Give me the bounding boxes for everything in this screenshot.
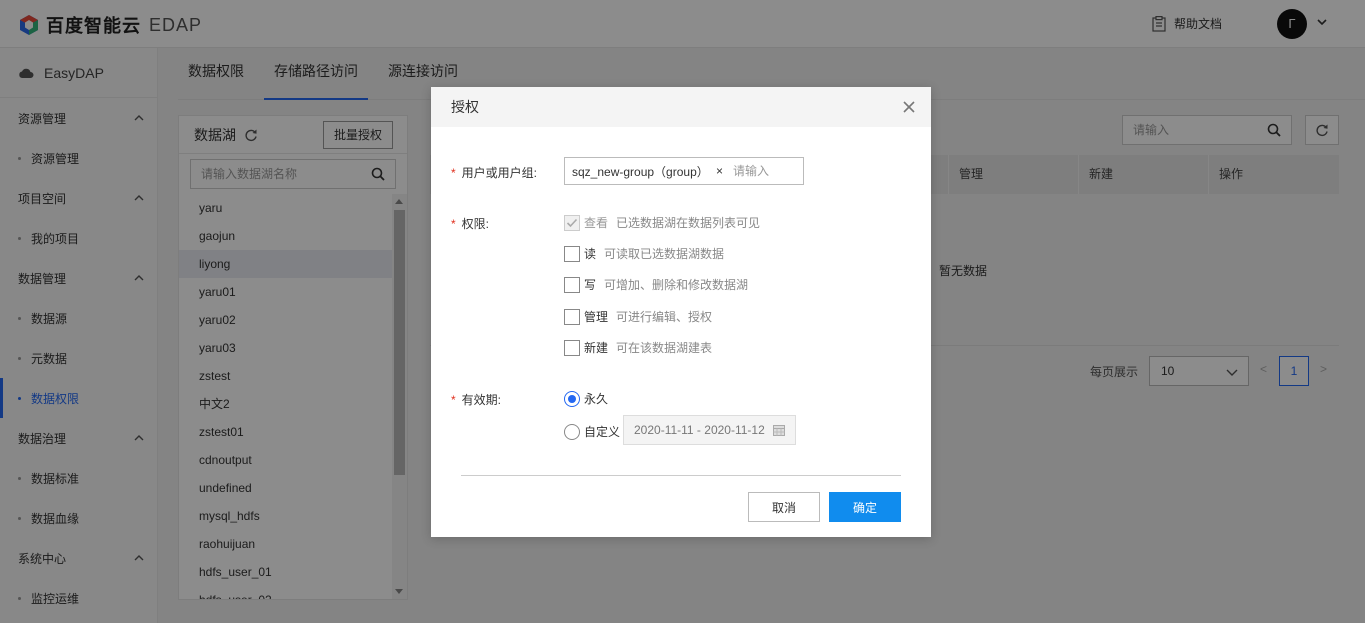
confirm-button[interactable]: 确定 — [829, 492, 901, 522]
radio-custom[interactable] — [564, 423, 580, 440]
chip-remove-icon[interactable]: × — [716, 164, 723, 178]
dialog-header: 授权 — [431, 87, 931, 127]
dialog-divider — [461, 475, 901, 476]
cancel-button[interactable]: 取消 — [748, 492, 820, 522]
checkmark-icon — [566, 218, 578, 227]
permission-view: 查看 已选数据湖在数据列表可见 — [564, 214, 760, 231]
checkbox-read[interactable] — [564, 245, 580, 262]
validity-permanent[interactable]: 永久 — [564, 390, 608, 407]
checkbox-write[interactable] — [564, 276, 580, 293]
date-range-picker[interactable]: 2020-11-11 - 2020-11-12 — [623, 415, 796, 445]
permission-label: * 权限: — [451, 217, 490, 231]
authorize-dialog: 授权 *用户或用户组: sqz_new-group（group）× *权限: 查… — [431, 87, 931, 537]
user-chip: sqz_new-group（group） × — [572, 164, 723, 179]
checkbox-view[interactable] — [564, 214, 580, 231]
permission-read: 读 可读取已选数据湖数据 — [564, 245, 724, 262]
permission-create: 新建 可在该数据湖建表 — [564, 339, 712, 356]
validity-label: * 有效期: — [451, 393, 502, 407]
checkbox-create[interactable] — [564, 339, 580, 356]
dialog-title: 授权 — [451, 99, 479, 115]
user-input[interactable] — [733, 164, 803, 178]
validity-custom[interactable]: 自定义 — [564, 423, 620, 440]
calendar-icon — [773, 425, 785, 436]
user-group-field[interactable]: sqz_new-group（group） × — [564, 157, 804, 185]
permission-write: 写 可增加、删除和修改数据湖 — [564, 276, 748, 293]
permission-manage: 管理 可进行编辑、授权 — [564, 308, 712, 325]
user-field-label: * 用户或用户组: — [451, 166, 538, 180]
radio-permanent[interactable] — [564, 390, 580, 407]
checkbox-manage[interactable] — [564, 308, 580, 325]
close-icon[interactable] — [901, 99, 917, 115]
